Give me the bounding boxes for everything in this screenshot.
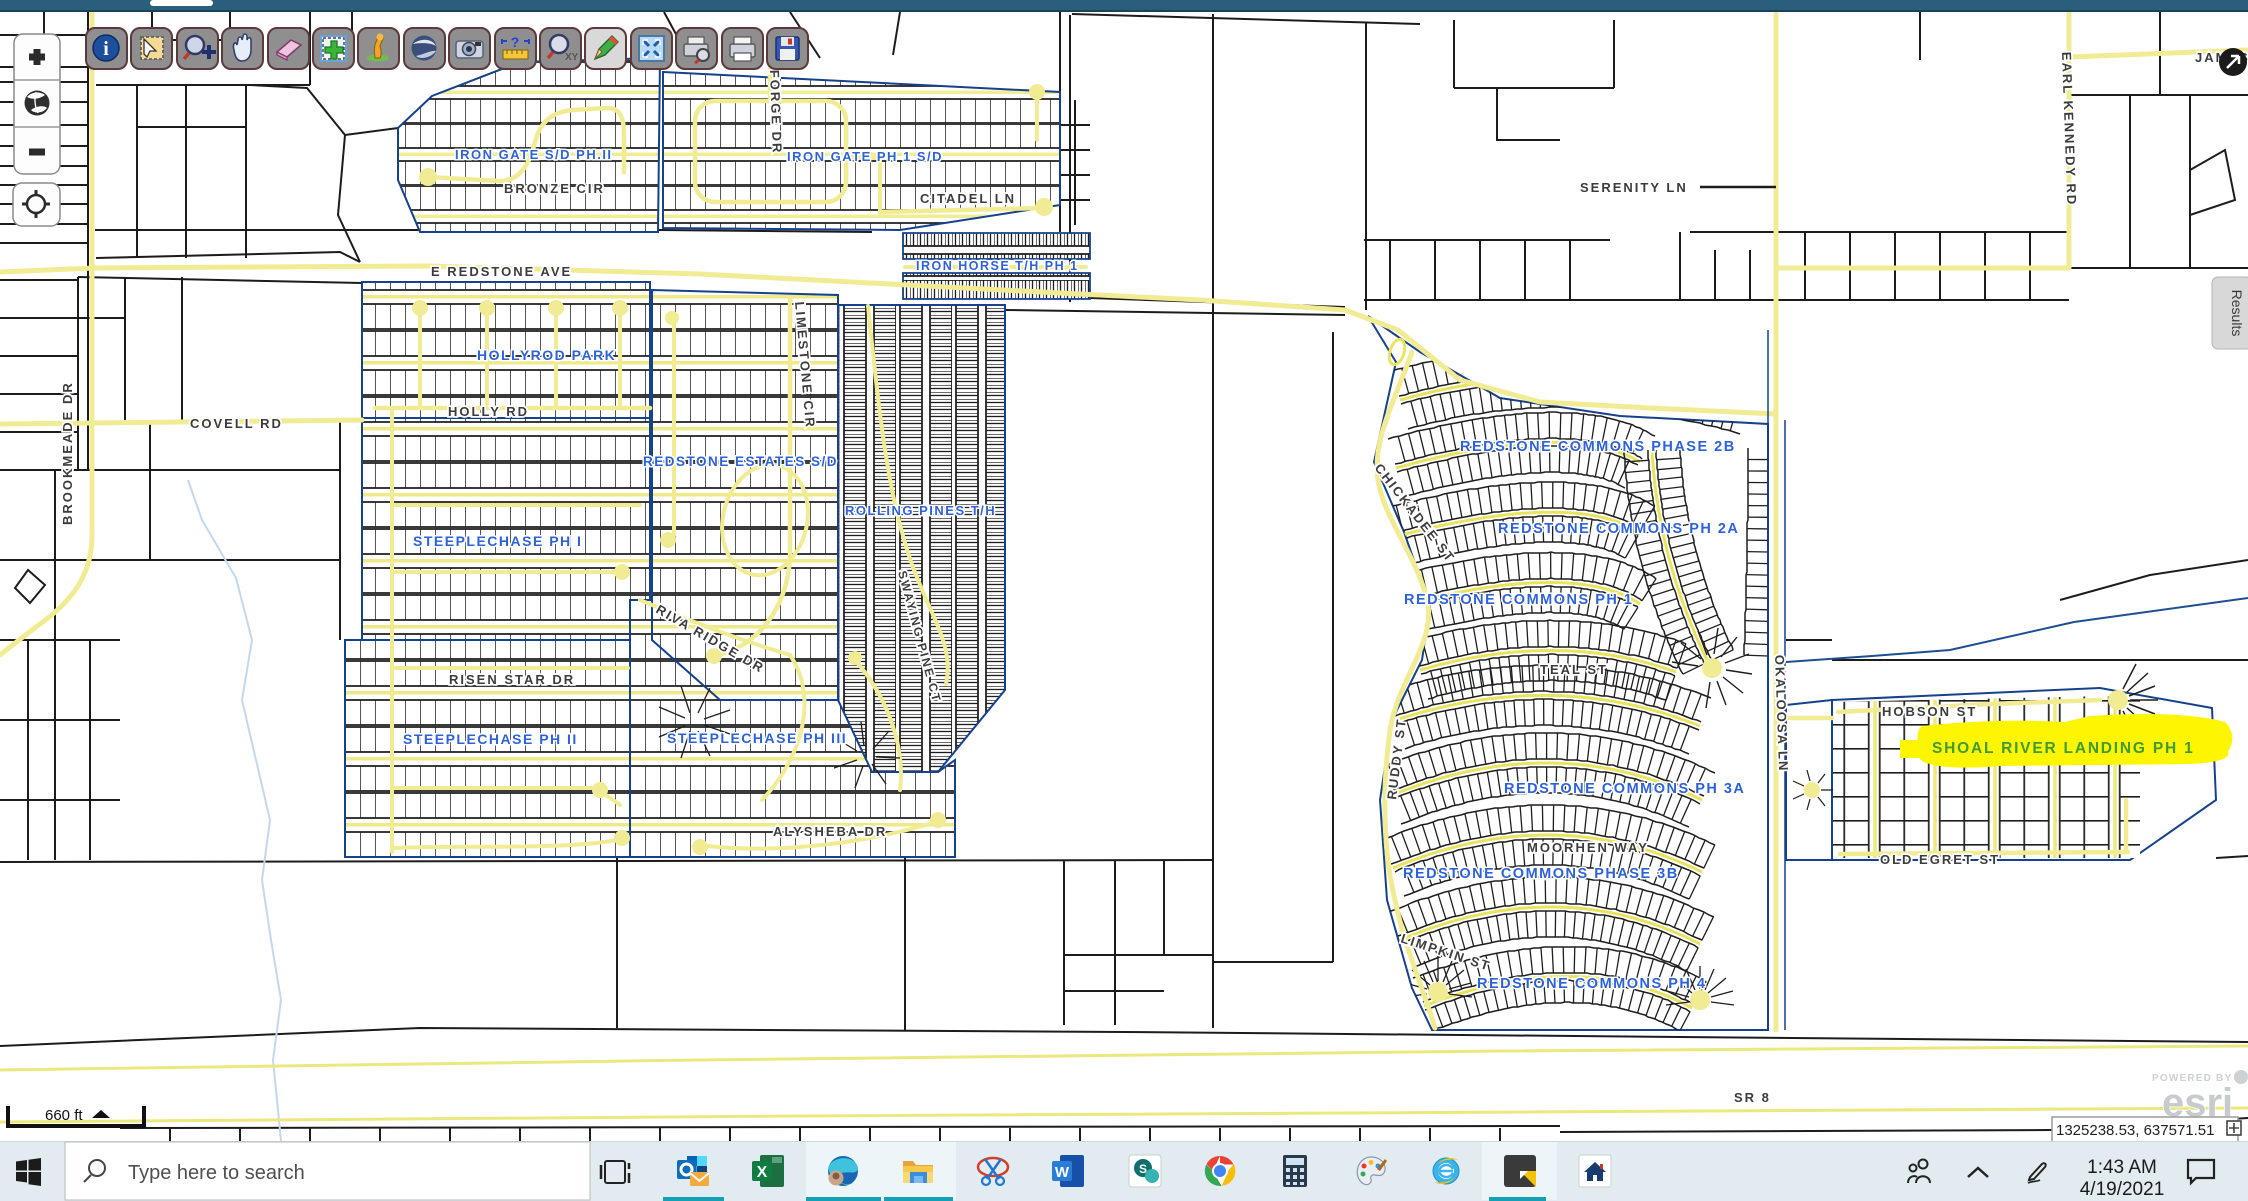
svg-text:1325238.53, 637571.51: 1325238.53, 637571.51 [2056,1122,2215,1139]
svg-text:1:43 AM: 1:43 AM [2087,1157,2157,1178]
svg-text:ROLLING PINES T/H: ROLLING PINES T/H [845,503,996,518]
svg-text:COVELL RD: COVELL RD [190,416,283,431]
svg-text:4/19/2021: 4/19/2021 [2080,1179,2165,1200]
svg-text:SERENITY LN: SERENITY LN [1580,180,1688,195]
svg-text:STEEPLECHASE PH I: STEEPLECHASE PH I [413,533,582,549]
svg-text:OLD EGRET ST: OLD EGRET ST [1880,852,2000,867]
svg-text:660 ft: 660 ft [45,1107,83,1124]
svg-text:STEEPLECHASE PH III: STEEPLECHASE PH III [667,730,847,746]
svg-text:E REDSTONE AVE: E REDSTONE AVE [431,264,572,279]
svg-text:IRON GATE PH 1 S/D: IRON GATE PH 1 S/D [787,149,943,164]
svg-text:Type here to search: Type here to search [128,1162,305,1184]
svg-text:XY: XY [565,52,579,63]
svg-text:TEAL ST: TEAL ST [1540,662,1608,677]
svg-text:?: ? [511,34,520,50]
svg-text:SR 8: SR 8 [1734,1090,1771,1105]
svg-text:MOORHEN WAY: MOORHEN WAY [1527,840,1649,855]
svg-text:REDSTONE COMMONS PH 3A: REDSTONE COMMONS PH 3A [1504,781,1745,797]
svg-text:IRON GATE S/D PH.II: IRON GATE S/D PH.II [455,147,613,162]
svg-text:HOLLY RD: HOLLY RD [448,404,529,419]
svg-text:REDSTONE ESTATES S/D: REDSTONE ESTATES S/D [643,454,838,469]
svg-text:REDSTONE COMMONS PH 2A: REDSTONE COMMONS PH 2A [1498,521,1739,537]
svg-text:STEEPLECHASE PH II: STEEPLECHASE PH II [403,731,578,747]
svg-text:RISEN STAR DR: RISEN STAR DR [449,672,575,687]
svg-text:REDSTONE COMMONS PH 4: REDSTONE COMMONS PH 4 [1477,976,1706,992]
svg-text:FORGE DR: FORGE DR [767,70,785,155]
svg-text:BROOKMEADE DR: BROOKMEADE DR [60,381,75,525]
svg-text:ALYSHEBA DR: ALYSHEBA DR [773,824,887,839]
svg-text:HOLLYROD PARK: HOLLYROD PARK [477,347,616,363]
svg-text:i: i [103,38,109,60]
svg-text:HOBSON ST: HOBSON ST [1882,704,1977,719]
svg-text:W: W [1055,1164,1070,1181]
svg-text:CITADEL LN: CITADEL LN [920,191,1016,206]
svg-text:S: S [1139,1162,1147,1176]
svg-text:Results: Results [2229,290,2245,337]
svg-text:IRON HORSE T/H PH 1: IRON HORSE T/H PH 1 [916,259,1079,273]
svg-text:SHOAL RIVER LANDING PH 1: SHOAL RIVER LANDING PH 1 [1932,740,2195,757]
svg-text:REDSTONE COMMONS PHASE 2B: REDSTONE COMMONS PHASE 2B [1460,439,1736,455]
svg-text:REDSTONE COMMONS PHASE 3B: REDSTONE COMMONS PHASE 3B [1403,866,1679,882]
svg-text:REDSTONE COMMONS PH 1: REDSTONE COMMONS PH 1 [1404,592,1633,608]
svg-text:X: X [757,1164,768,1181]
svg-text:BRONZE CIR: BRONZE CIR [504,181,605,196]
